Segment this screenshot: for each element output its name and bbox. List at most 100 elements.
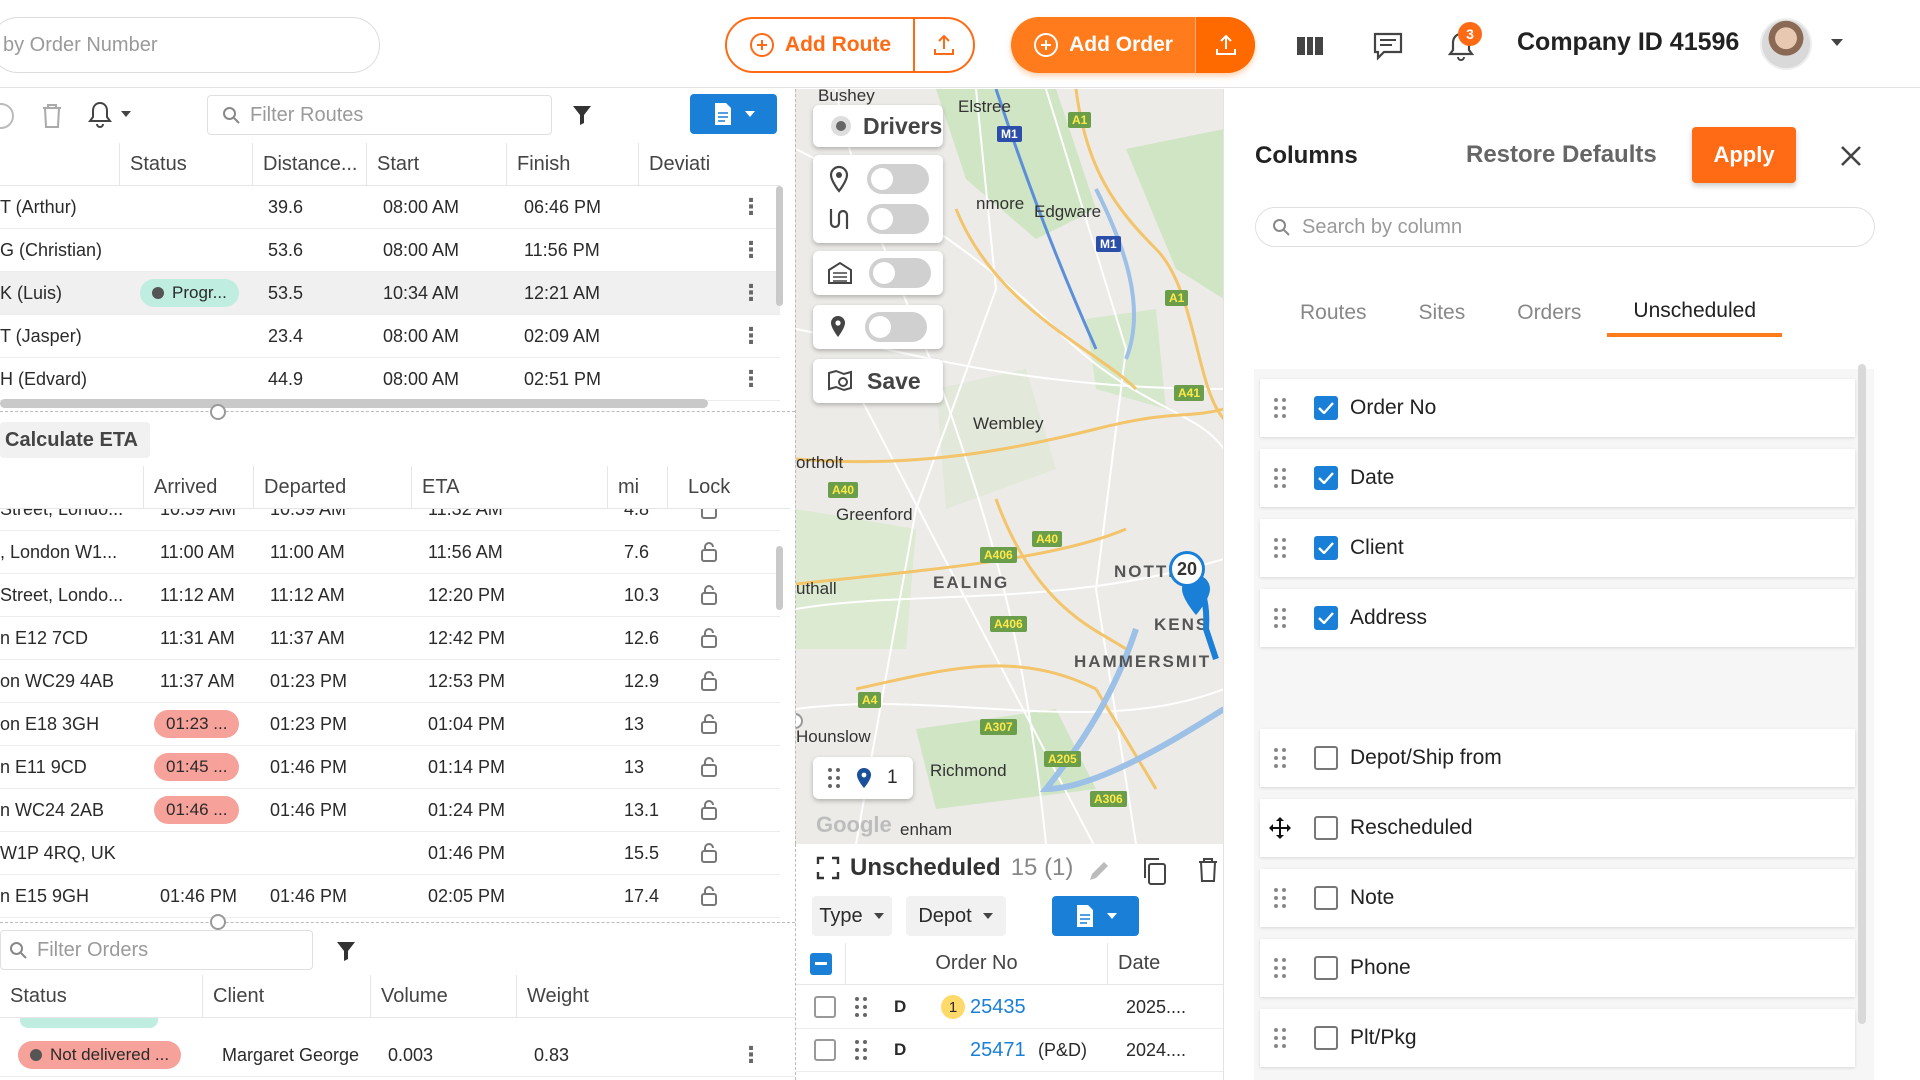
lock-icon[interactable] [700,875,718,917]
order-number-link[interactable]: 25435 [970,986,1026,1028]
table-row[interactable]: , London W1... 11:00 AM 11:00 AM 11:56 A… [0,531,780,574]
lock-icon[interactable] [700,832,718,874]
upload-orders-button[interactable] [1195,17,1255,73]
row-menu-icon[interactable]: ⋮ [740,358,762,400]
copy-icon[interactable] [1141,856,1169,886]
pins-toggle-row[interactable] [827,164,929,194]
tab-unscheduled[interactable]: Unscheduled [1607,289,1783,337]
pins-toggle[interactable] [867,164,929,194]
add-route-button[interactable]: Add Route [727,19,913,71]
column-header-distance[interactable]: Distance... [253,143,367,185]
messages-button[interactable] [1368,26,1408,66]
column-header-arrived[interactable]: Arrived [144,466,254,508]
drag-handle-icon[interactable] [1260,396,1300,420]
lock-icon[interactable] [700,574,718,616]
lock-icon[interactable] [700,746,718,788]
drag-handle-icon[interactable] [1260,956,1300,980]
tab-routes[interactable]: Routes [1274,289,1393,337]
order-search-input[interactable]: by Order Number [0,17,380,73]
lock-icon[interactable] [700,703,718,745]
column-checkbox[interactable] [1314,396,1338,420]
column-checkbox[interactable] [1314,956,1338,980]
column-header-weight[interactable]: Weight [517,975,780,1017]
add-order-button[interactable]: Add Order [1011,17,1195,73]
upload-routes-button[interactable] [913,19,973,71]
avatar[interactable] [1760,18,1812,70]
tab-orders[interactable]: Orders [1491,289,1607,337]
row-menu-icon[interactable]: ⋮ [740,186,762,228]
depot-dropdown[interactable]: Depot [906,896,1006,936]
table-row[interactable]: n E11 9CD 01:45 ... 01:46 PM 01:14 PM 13 [0,746,780,789]
column-header-mi[interactable]: mi [608,466,668,508]
table-row[interactable]: on E18 3GH 01:23 ... 01:23 PM 01:04 PM 1… [0,703,780,746]
drag-handle-icon[interactable] [1260,746,1300,770]
column-checkbox[interactable] [1314,886,1338,910]
order-number-link[interactable]: 25471 [970,1029,1026,1071]
restore-defaults-button[interactable]: Restore Defaults [1466,141,1657,169]
row-menu-icon[interactable]: ⋮ [740,272,762,314]
resize-handle-icon[interactable] [210,404,226,420]
column-item-note[interactable]: Note [1260,869,1855,927]
column-search-input[interactable]: Search by column [1255,207,1875,247]
table-row[interactable]: D 25471 (P&D) 2024.... [796,1029,1224,1072]
column-header-eta[interactable]: ETA [412,466,608,508]
trash-icon[interactable] [1196,856,1220,884]
apply-button[interactable]: Apply [1692,127,1796,183]
column-header-order-no[interactable]: Order No [846,943,1108,984]
row-checkbox[interactable] [814,1039,836,1061]
routes-horizontal-scrollbar[interactable] [0,399,708,408]
lock-icon[interactable] [700,531,718,573]
column-checkbox[interactable] [1314,1026,1338,1050]
type-dropdown[interactable]: Type [812,896,892,936]
row-menu-icon[interactable]: ⋮ [740,1034,762,1076]
drag-handle-icon[interactable] [1260,606,1300,630]
column-header-departed[interactable]: Departed [254,466,412,508]
table-row[interactable]: G (Christian) 53.6 08:00 AM 11:56 PM ⋮ [0,229,780,272]
depots-toggle-row[interactable] [813,251,943,295]
row-menu-icon[interactable]: ⋮ [740,229,762,271]
export-unscheduled-dropdown[interactable] [1052,896,1139,936]
row-menu-icon[interactable]: ⋮ [740,315,762,357]
drivers-toggle-button[interactable]: Drivers [813,105,943,147]
lock-icon[interactable] [700,617,718,659]
table-row[interactable]: n E15 9GH 01:46 PM 01:46 PM 02:05 PM 17.… [0,875,780,918]
lock-icon[interactable] [700,660,718,702]
drag-handle-icon[interactable] [1260,886,1300,910]
lock-icon[interactable] [700,509,718,530]
tab-sites[interactable]: Sites [1393,289,1492,337]
filter-icon[interactable] [336,940,356,962]
filter-orders-input[interactable]: Filter Orders [0,930,313,970]
table-row[interactable]: Not delivered ... Margaret George 0.003 … [0,1034,795,1077]
pencil-icon[interactable] [1086,858,1112,884]
route-alerts-dropdown[interactable] [88,100,132,128]
map[interactable]: Bushey Elstree Edgware nmore Wembley ort… [795,89,1223,844]
filter-routes-input[interactable]: Filter Routes [207,95,552,135]
column-checkbox[interactable] [1314,466,1338,490]
column-checkbox[interactable] [1314,746,1338,770]
column-header-lock[interactable]: Lock [678,466,768,508]
map-pin-counter[interactable]: 1 [813,757,913,799]
column-header-status[interactable]: Status [120,143,253,185]
depots-toggle[interactable] [869,258,931,288]
drag-handle-icon[interactable] [1260,536,1300,560]
trash-icon[interactable] [40,102,64,130]
row-checkbox[interactable] [814,996,836,1018]
table-row[interactable]: n WC24 2AB 01:46 ... 01:46 PM 01:24 PM 1… [0,789,780,832]
routes-scrollbar[interactable] [776,186,783,306]
drag-handle-icon[interactable] [854,986,868,1028]
column-item-plt-pkg[interactable]: Plt/Pkg [1260,1009,1855,1067]
column-item-client[interactable]: Client [1260,519,1855,577]
table-row[interactable]: Street, Londo... 11:12 AM 11:12 AM 12:20… [0,574,780,617]
column-item-date[interactable]: Date [1260,449,1855,507]
save-map-button[interactable]: Save [813,359,943,403]
column-checkbox[interactable] [1314,606,1338,630]
select-all-checkbox[interactable] [809,952,832,975]
table-row[interactable]: H (Edvard) 44.9 08:00 AM 02:51 PM ⋮ [0,358,780,401]
column-header-finish[interactable]: Finish [507,143,639,185]
column-header-start[interactable]: Start [367,143,507,185]
table-row[interactable]: Street, Londo... 10:59 AM 10:59 AM 11:32… [0,509,780,531]
column-header-volume[interactable]: Volume [371,975,517,1017]
column-item-depot[interactable]: Depot/Ship from [1260,729,1855,787]
lock-icon[interactable] [700,789,718,831]
drag-handle-icon[interactable] [1260,466,1300,490]
